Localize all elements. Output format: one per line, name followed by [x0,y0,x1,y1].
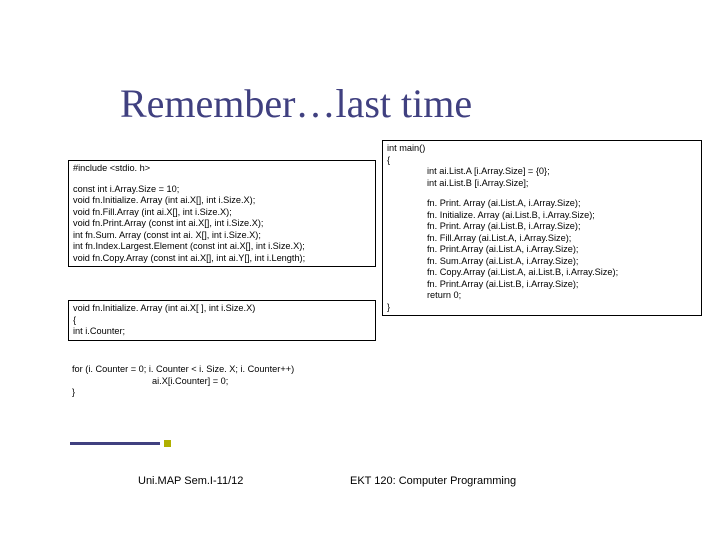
code-line: ai.X[i.Counter] = 0; [72,376,370,388]
code-line: return 0; [387,290,697,302]
code-line: fn. Print.Array (ai.List.B, i.Array.Size… [387,279,697,291]
code-line: fn. Print. Array (ai.List.B, i.Array.Siz… [387,221,697,233]
code-line: fn. Print.Array (ai.List.A, i.Array.Size… [387,244,697,256]
code-line: } [72,387,370,399]
code-line: for (i. Counter = 0; i. Counter < i. Siz… [72,364,370,376]
code-line: fn. Fill.Array (ai.List.A, i.Array.Size)… [387,233,697,245]
accent-square [164,440,171,447]
code-line: fn. Print. Array (ai.List.A, i.Array.Siz… [387,198,697,210]
code-line: int i.Counter; [73,326,371,338]
code-line: fn. Copy.Array (ai.List.A, ai.List.B, i.… [387,267,697,279]
slide-title: Remember…last time [120,80,472,127]
code-line: fn. Sum.Array (ai.List.A, i.Array.Size); [387,256,697,268]
code-line: int main() [387,143,697,155]
code-line: int ai.List.A [i.Array.Size] = {0}; [387,166,697,178]
code-line: int ai.List.B [i.Array.Size]; [387,178,697,190]
code-line: #include <stdio. h> [73,163,371,175]
code-line: } [387,302,697,314]
code-line: int fn.Sum. Array (const int ai. X[], in… [73,230,371,242]
footer-right: EKT 120: Computer Programming [350,475,516,487]
code-line: void fn.Fill.Array (int ai.X[], int i.Si… [73,207,371,219]
code-box-function-body: for (i. Counter = 0; i. Counter < i. Siz… [68,362,374,401]
code-box-function-start: void fn.Initialize. Array (int ai.X[ ], … [68,300,376,341]
code-line: fn. Initialize. Array (ai.List.B, i.Arra… [387,210,697,222]
code-box-declarations: #include <stdio. h> const int i.Array.Si… [68,160,376,267]
code-line: int fn.Index.Largest.Element (const int … [73,241,371,253]
code-line: void fn.Print.Array (const int ai.X[], i… [73,218,371,230]
code-line: void fn.Initialize. Array (int ai.X[ ], … [73,303,371,315]
code-box-main: int main() { int ai.List.A [i.Array.Size… [382,140,702,316]
code-line: void fn.Initialize. Array (int ai.X[], i… [73,195,371,207]
footer-left: Uni.MAP Sem.I-11/12 [138,475,243,487]
code-line: { [73,315,371,327]
code-line: const int i.Array.Size = 10; [73,184,371,196]
code-line: void fn.Copy.Array (const int ai.X[], in… [73,253,371,265]
code-line: { [387,155,697,167]
accent-bar [70,442,160,445]
